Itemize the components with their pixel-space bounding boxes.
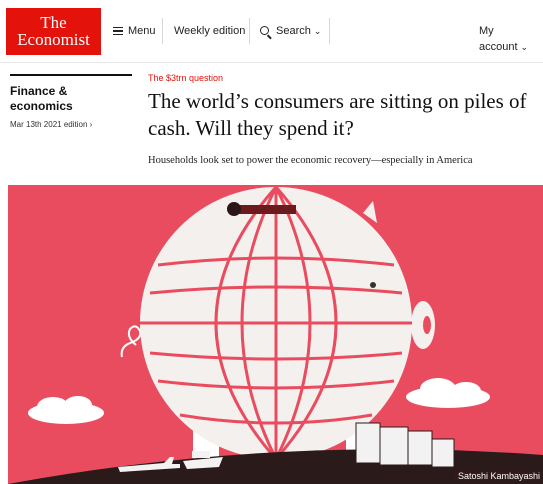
hamburger-icon [113, 25, 123, 38]
nav-divider [162, 18, 163, 44]
article-headline: The world’s consumers are sitting on pil… [148, 89, 527, 140]
search-button[interactable]: Search ⌄ [260, 23, 321, 39]
search-icon [260, 26, 269, 35]
fly-title: The $3trn question [148, 73, 224, 83]
chevron-down-icon: ⌄ [313, 26, 322, 36]
economist-logo[interactable]: The Economist [6, 8, 101, 55]
menu-label: Menu [128, 25, 156, 37]
menu-button[interactable]: Menu [113, 23, 156, 39]
nav-divider [329, 18, 330, 44]
illustration-credit: Satoshi Kambayashi [454, 471, 543, 481]
piggy-nostril [423, 316, 431, 334]
search-label: Search [276, 25, 311, 37]
account-menu-button[interactable]: My account ⌄ [479, 23, 543, 55]
edition-link[interactable]: Mar 13th 2021 edition › [10, 120, 92, 129]
chevron-down-icon: ⌄ [520, 42, 529, 52]
article-illustration: Satoshi Kambayashi [8, 185, 543, 484]
logo-line-1: The [40, 13, 67, 32]
account-label: My account [479, 25, 518, 53]
article-rubric: Households look set to power the economi… [148, 155, 473, 166]
top-navigation: The Economist Menu Weekly edition Search… [0, 0, 543, 63]
weekly-edition-link[interactable]: Weekly edition [174, 23, 245, 39]
logo-line-2: Economist [17, 30, 90, 49]
piggy-bank-globe-illustration [8, 185, 543, 484]
piggy-eye [370, 282, 376, 288]
section-rule [10, 74, 132, 76]
section-link[interactable]: Finance & economics [10, 84, 130, 114]
nav-divider [249, 18, 250, 44]
person-head [227, 202, 241, 216]
